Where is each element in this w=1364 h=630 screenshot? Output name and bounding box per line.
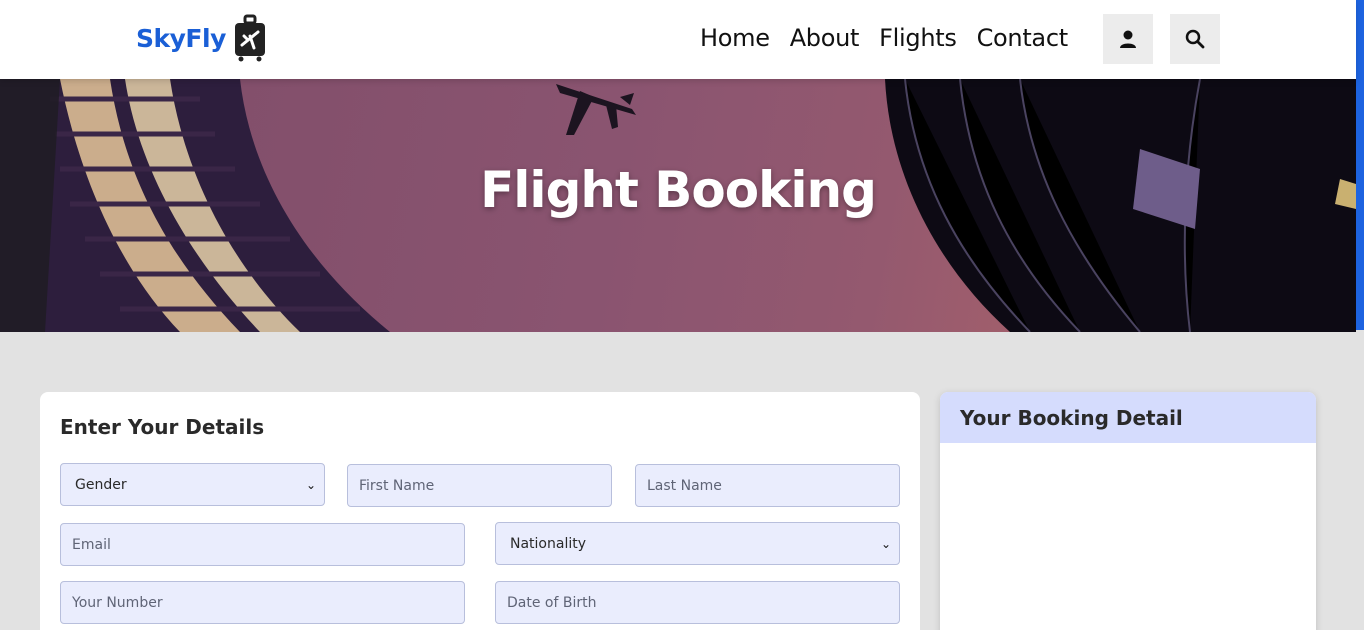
hero-title: Flight Booking <box>480 161 877 219</box>
phone-number-input[interactable]: Your Number <box>60 581 465 624</box>
navbar: SkyFly Home About Flights Contact <box>0 0 1356 79</box>
chevron-down-icon: ⌄ <box>305 477 316 492</box>
date-of-birth-input[interactable]: Date of Birth <box>495 581 900 624</box>
nationality-select-value: Nationality <box>510 535 587 552</box>
gender-select[interactable]: Gender ⌄ <box>60 463 325 506</box>
email-placeholder: Email <box>72 536 111 553</box>
nav-flights[interactable]: Flights <box>879 24 957 52</box>
scrollbar-accent <box>1356 0 1364 330</box>
last-name-placeholder: Last Name <box>647 477 722 494</box>
booking-detail-card: Your Booking Detail <box>940 392 1316 630</box>
booking-detail-title: Your Booking Detail <box>960 405 1183 430</box>
nationality-select[interactable]: Nationality ⌄ <box>495 522 900 565</box>
phone-number-placeholder: Your Number <box>72 594 163 611</box>
date-of-birth-placeholder: Date of Birth <box>507 594 597 611</box>
chevron-down-icon: ⌄ <box>880 536 891 551</box>
search-button[interactable] <box>1170 14 1220 64</box>
luggage-plane-icon <box>234 14 265 62</box>
nav-contact[interactable]: Contact <box>977 24 1069 52</box>
last-name-input[interactable]: Last Name <box>635 464 900 507</box>
nav-links: Home About Flights Contact <box>700 24 1088 52</box>
user-icon <box>1120 30 1136 48</box>
search-icon <box>1185 29 1205 49</box>
first-name-placeholder: First Name <box>359 477 435 494</box>
logo[interactable]: SkyFly <box>136 14 268 62</box>
details-form-card: Enter Your Details Gender ⌄ First Name L… <box>40 392 920 630</box>
nav-home[interactable]: Home <box>700 24 770 52</box>
booking-detail-header: Your Booking Detail <box>940 392 1316 443</box>
airplane-silhouette <box>556 84 636 135</box>
nav-about[interactable]: About <box>790 24 860 52</box>
hero-banner: Flight Booking <box>0 79 1356 332</box>
gender-select-value: Gender <box>75 476 127 493</box>
user-button[interactable] <box>1103 14 1153 64</box>
email-input[interactable]: Email <box>60 523 465 566</box>
brand-name: SkyFly <box>136 23 226 53</box>
details-title: Enter Your Details <box>60 415 265 439</box>
first-name-input[interactable]: First Name <box>347 464 612 507</box>
